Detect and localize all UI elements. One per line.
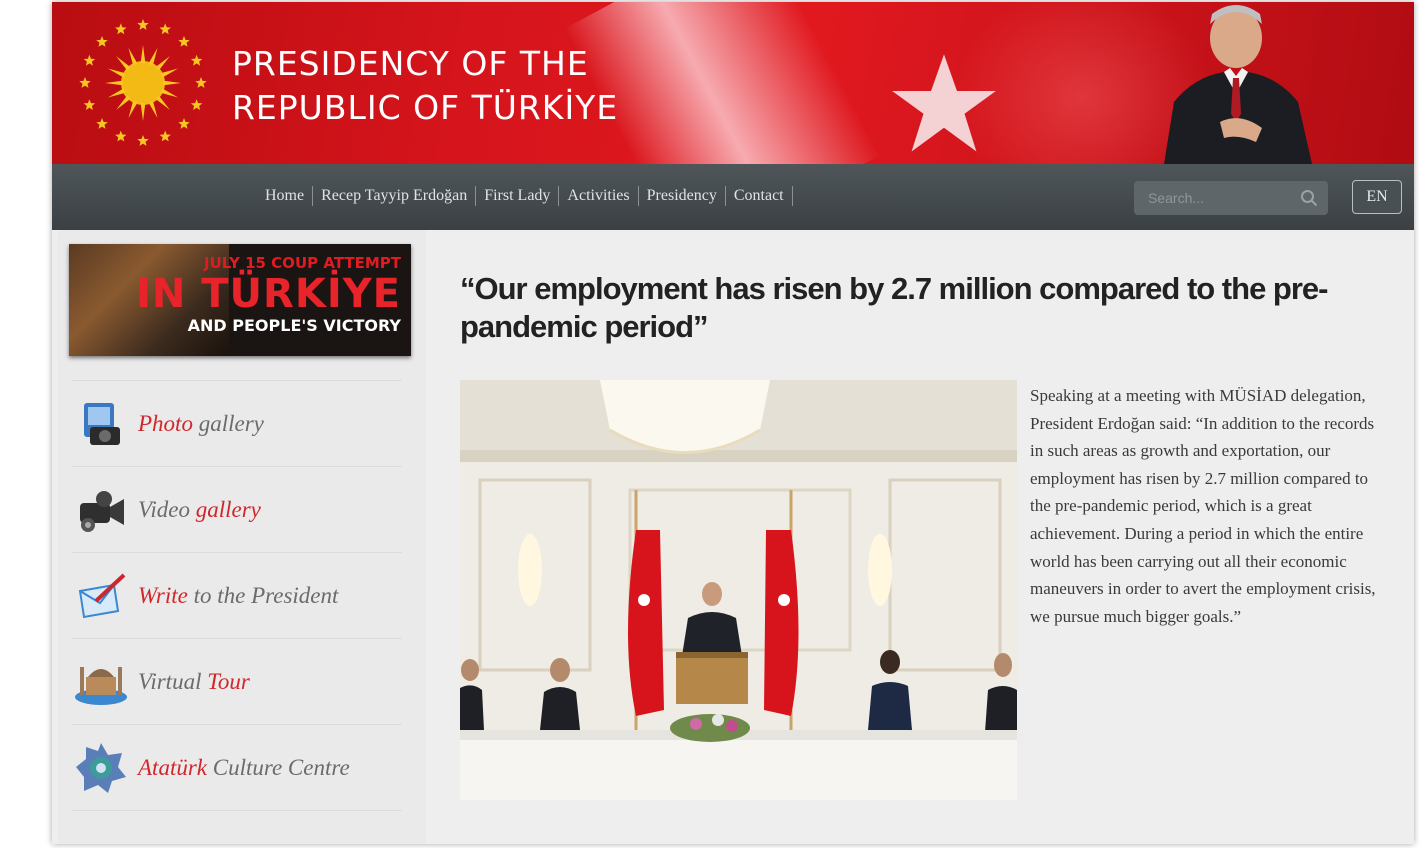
sidebar-item-label: Write to the President bbox=[138, 582, 339, 608]
search-input[interactable] bbox=[1146, 189, 1300, 207]
nav-item-first-lady[interactable]: First Lady bbox=[476, 186, 560, 206]
sidebar-item-write-president[interactable]: Write to the President bbox=[72, 553, 402, 639]
article-body: Speaking at a meeting with MÜSİAD delega… bbox=[1030, 386, 1376, 626]
article-photo[interactable] bbox=[460, 380, 1017, 800]
language-button[interactable]: EN bbox=[1352, 180, 1402, 214]
nav-links: Home Recep Tayyip Erdoğan First Lady Act… bbox=[257, 186, 793, 206]
pattern-icon bbox=[72, 739, 130, 797]
main-navbar: Home Recep Tayyip Erdoğan First Lady Act… bbox=[52, 164, 1414, 230]
main-content: “Our employment has risen by 2.7 million… bbox=[426, 230, 1414, 844]
nav-item-contact[interactable]: Contact bbox=[726, 186, 793, 206]
promo-line2: IN TÜRKİYE bbox=[135, 271, 401, 317]
sidebar-item-ataturk-culture-centre[interactable]: Atatürk Culture Centre bbox=[72, 725, 402, 811]
nav-item-presidency[interactable]: Presidency bbox=[639, 186, 726, 206]
nav-item-home[interactable]: Home bbox=[257, 186, 314, 206]
flag-star-icon bbox=[892, 54, 996, 152]
nav-item-erdogan[interactable]: Recep Tayyip Erdoğan bbox=[313, 186, 477, 206]
sidebar-item-label: Photo gallery bbox=[138, 410, 264, 436]
search-box bbox=[1134, 181, 1328, 215]
sidebar-item-virtual-tour[interactable]: Virtual Tour bbox=[72, 639, 402, 725]
mosque-icon bbox=[72, 653, 130, 711]
nav-item-activities[interactable]: Activities bbox=[559, 186, 639, 206]
article-headline[interactable]: “Our employment has risen by 2.7 million… bbox=[460, 270, 1380, 346]
video-camera-icon bbox=[72, 481, 130, 539]
letter-pen-icon bbox=[72, 567, 130, 625]
coup-attempt-banner[interactable]: JULY 15 COUP ATTEMPT IN TÜRKİYE AND PEOP… bbox=[69, 244, 411, 356]
sidebar-item-label: Virtual Tour bbox=[138, 668, 250, 694]
sidebar-item-photo-gallery[interactable]: Photo gallery bbox=[72, 380, 402, 467]
search-icon[interactable] bbox=[1300, 189, 1318, 207]
page-frame: PRESIDENCY OF THE REPUBLIC OF TÜRKİYE Ho… bbox=[52, 2, 1414, 844]
sidebar-links: Photo gallery Video gallery Write to the… bbox=[72, 380, 402, 811]
promo-line3: AND PEOPLE'S VICTORY bbox=[187, 316, 401, 335]
presidential-emblem-icon[interactable] bbox=[74, 14, 212, 152]
president-portrait bbox=[1164, 5, 1312, 164]
sidebar-item-label: Atatürk Culture Centre bbox=[138, 754, 350, 780]
sidebar: JULY 15 COUP ATTEMPT IN TÜRKİYE AND PEOP… bbox=[58, 230, 426, 844]
camera-icon bbox=[72, 395, 130, 453]
promo-line1: JULY 15 COUP ATTEMPT bbox=[204, 254, 401, 272]
site-title-line1: PRESIDENCY OF THE bbox=[232, 44, 589, 83]
sidebar-item-video-gallery[interactable]: Video gallery bbox=[72, 467, 402, 553]
sidebar-item-label: Video gallery bbox=[138, 496, 261, 522]
site-title-line2: REPUBLIC OF TÜRKİYE bbox=[232, 88, 619, 127]
site-title[interactable]: PRESIDENCY OF THE REPUBLIC OF TÜRKİYE bbox=[232, 42, 618, 130]
header-banner: PRESIDENCY OF THE REPUBLIC OF TÜRKİYE bbox=[52, 2, 1414, 164]
